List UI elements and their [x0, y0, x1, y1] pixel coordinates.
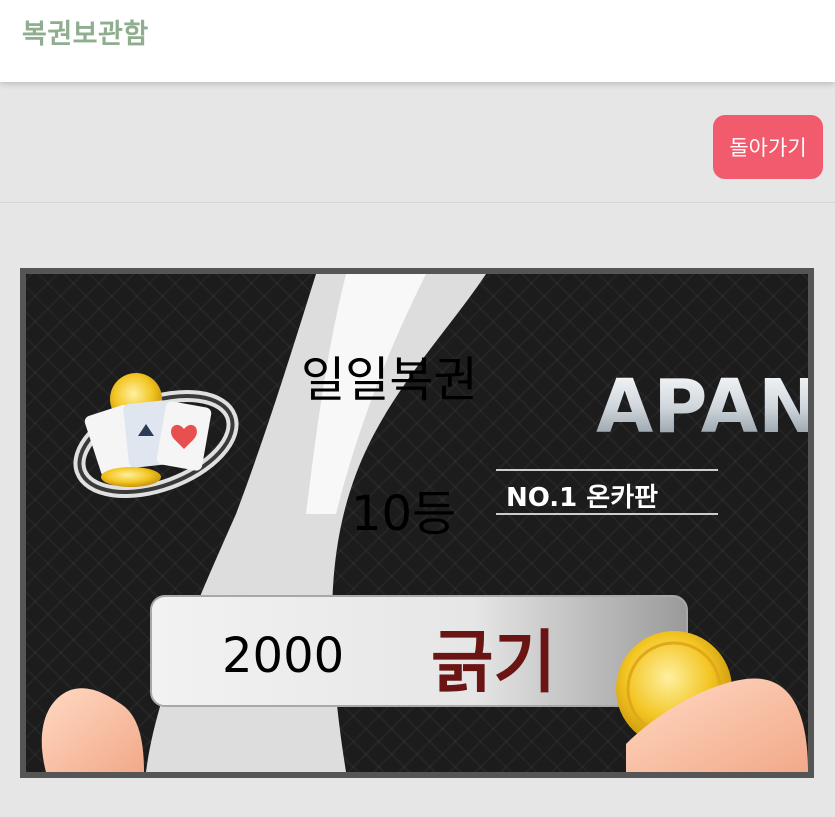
- banner-brand-text: APAN: [596, 364, 808, 450]
- back-button[interactable]: 돌아가기: [713, 115, 823, 179]
- lottery-ticket-card[interactable]: APAN NO.1 온카판 긁기 일일복권 10등 2000: [20, 268, 814, 778]
- header-bar: 복권보관함: [0, 0, 835, 82]
- banner-tagline-text: NO.1 온카판: [506, 483, 658, 513]
- scratch-card-banner[interactable]: APAN NO.1 온카판 긁기 일일복권 10등 2000: [26, 274, 808, 772]
- divider: [0, 202, 835, 203]
- left-hand-icon: [41, 688, 145, 772]
- scratch-button-text: 긁기: [431, 624, 556, 703]
- playing-cards-icon: [84, 400, 212, 477]
- lottery-prize: 2000: [222, 628, 345, 684]
- lottery-rank: 10등: [351, 486, 457, 542]
- page-title: 복권보관함: [22, 19, 149, 50]
- lottery-name: 일일복권: [301, 352, 478, 408]
